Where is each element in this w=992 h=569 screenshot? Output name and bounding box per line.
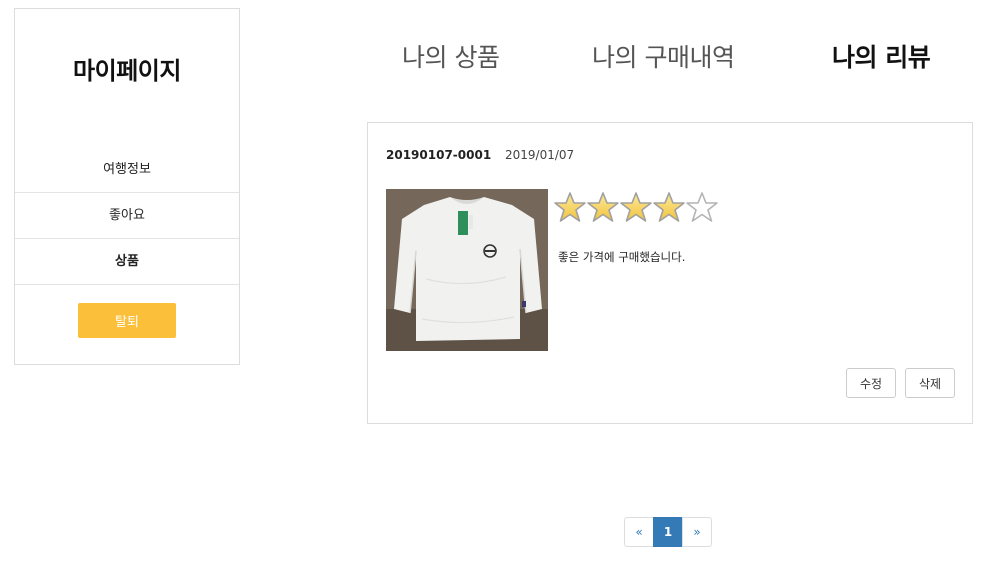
sidebar-menu: 여행정보 좋아요 상품 [15, 147, 239, 285]
pagination: « 1 » [624, 517, 712, 547]
star-filled-icon [653, 192, 685, 222]
sidebar-item-products[interactable]: 상품 [15, 239, 239, 285]
tab-my-products[interactable]: 나의 상품 [402, 38, 500, 74]
star-filled-icon [587, 192, 619, 222]
tab-bar: 나의 상품 나의 구매내역 나의 리뷰 [0, 38, 992, 78]
sidebar-item-travel-info[interactable]: 여행정보 [15, 147, 239, 193]
order-date: 2019/01/07 [505, 148, 575, 162]
order-info: 20190107-0001 2019/01/07 [386, 148, 574, 162]
order-number: 20190107-0001 [386, 148, 492, 162]
pagination-prev[interactable]: « [624, 517, 654, 547]
pagination-next[interactable]: » [682, 517, 712, 547]
rating-stars [554, 191, 718, 223]
shirt-photo [386, 189, 548, 351]
tab-my-reviews[interactable]: 나의 리뷰 [832, 38, 931, 74]
delete-button[interactable]: 삭제 [905, 368, 955, 398]
tab-my-purchases[interactable]: 나의 구매내역 [592, 38, 735, 74]
product-image [386, 189, 548, 351]
sidebar-item-likes[interactable]: 좋아요 [15, 193, 239, 239]
star-filled-icon [554, 192, 586, 222]
withdraw-button[interactable]: 탈퇴 [78, 303, 176, 338]
edit-button[interactable]: 수정 [846, 368, 896, 398]
pagination-page[interactable]: 1 [653, 517, 683, 547]
star-filled-icon [620, 192, 652, 222]
review-text: 좋은 가격에 구매했습니다. [558, 250, 686, 264]
review-card: 20190107-0001 2019/01/07 좋은 가격에 구매했습니다. … [367, 122, 973, 424]
star-empty-icon [686, 192, 718, 222]
